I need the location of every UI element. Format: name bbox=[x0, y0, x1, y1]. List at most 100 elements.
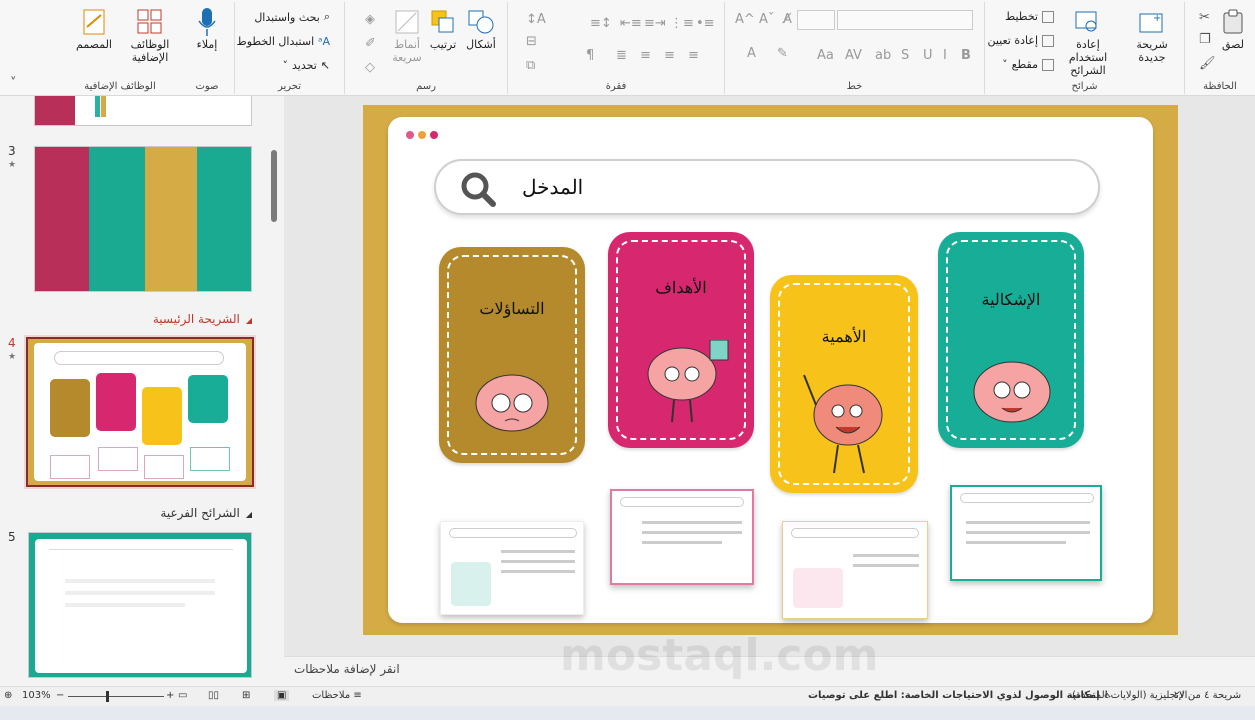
italic-icon[interactable]: I bbox=[943, 48, 947, 63]
ltr-icon[interactable]: ¶ bbox=[586, 48, 594, 63]
spacing-icon[interactable]: AV bbox=[845, 48, 862, 63]
reading-view-icon[interactable]: ▯▯ bbox=[208, 690, 219, 701]
cursor-icon: ↖ bbox=[320, 59, 330, 72]
arrange-button[interactable]: ترتيب bbox=[425, 8, 461, 51]
justify-icon[interactable]: ≣ bbox=[616, 48, 627, 63]
clear-format-icon[interactable]: A̸ bbox=[783, 12, 792, 27]
align-left-icon[interactable]: ≡ bbox=[688, 48, 699, 63]
search-text: المدخل bbox=[522, 175, 584, 199]
align-right-icon[interactable]: ≡ bbox=[640, 48, 651, 63]
zoom-slider[interactable] bbox=[68, 691, 164, 702]
bold-icon[interactable]: B bbox=[961, 48, 971, 63]
slide-thumbnail-3[interactable] bbox=[34, 146, 252, 292]
slide-number-3: 3 bbox=[8, 144, 16, 158]
designer-icon bbox=[80, 8, 108, 36]
quick-styles-icon bbox=[393, 8, 421, 36]
search-bar[interactable]: المدخل bbox=[434, 159, 1100, 215]
zoom-level[interactable]: 103% bbox=[22, 690, 51, 701]
thumbnail-scrollbar[interactable] bbox=[271, 150, 277, 222]
shapes-button[interactable]: أشكال bbox=[461, 8, 501, 51]
underline-icon[interactable]: U bbox=[923, 48, 933, 63]
paragraph-group: ↕A ⊟ ⧉ ≡↕ ⇤≡ ≡⇥ ⋮≡ •≡ ¶ ≣ ≡ ≡ ≡ فقرة bbox=[508, 2, 725, 94]
notes-button[interactable]: ≡ ملاحظات bbox=[312, 690, 362, 701]
outdent-icon[interactable]: ≡⇥ bbox=[644, 16, 666, 31]
addins-button[interactable]: الوظائف الإضافية bbox=[122, 8, 178, 64]
collapse-ribbon-icon[interactable]: ˅ bbox=[10, 76, 17, 91]
clipboard-icon bbox=[1219, 8, 1247, 36]
clipboard-group: لصق ✂ ❐ 🖌 الحافظة bbox=[1185, 2, 1255, 94]
font-caption: خط bbox=[846, 81, 863, 92]
replace-fonts-button[interactable]: ᵃA استبدال الخطوط bbox=[237, 35, 330, 48]
preview-questions[interactable] bbox=[440, 521, 584, 615]
section-button[interactable]: مقطع ˅ bbox=[1002, 58, 1054, 71]
accessibility-status[interactable]: ♿ إمكانية الوصول لذوي الاحتياجات الخاصة:… bbox=[808, 690, 1112, 701]
zoom-thumb[interactable] bbox=[106, 691, 109, 702]
reuse-slides-button[interactable]: إعادة استخدام الشرائح bbox=[1057, 8, 1119, 77]
section-main[interactable]: ◢الشريحة الرئيسية bbox=[153, 312, 252, 326]
fit-slide-icon[interactable]: ⊕ bbox=[4, 690, 12, 701]
highlight-icon[interactable]: ✎ bbox=[777, 46, 788, 61]
font-shrink-icon[interactable]: Aˇ bbox=[759, 12, 774, 27]
card-problem[interactable]: الإشكالية bbox=[938, 232, 1084, 448]
slide-sorter-icon[interactable]: ⊞ bbox=[242, 690, 250, 701]
section-sub[interactable]: ◢الشرائح الفرعية bbox=[160, 506, 252, 520]
new-slide-icon: + bbox=[1138, 8, 1166, 36]
line-spacing-icon[interactable]: ≡↕ bbox=[590, 16, 612, 31]
case-icon[interactable]: Aa bbox=[817, 48, 834, 63]
preview-problem[interactable] bbox=[950, 485, 1102, 581]
layout-button[interactable]: تخطيط bbox=[1005, 10, 1054, 23]
slide-thumbnail-2[interactable] bbox=[34, 96, 252, 126]
new-slide-button[interactable]: + شريحة جديدة bbox=[1125, 8, 1179, 64]
svg-text:+: + bbox=[1153, 13, 1161, 24]
normal-view-icon[interactable]: ▣ bbox=[274, 690, 290, 701]
shape-effects-icon[interactable]: ◇ bbox=[365, 60, 375, 75]
preview-importance[interactable] bbox=[782, 521, 928, 619]
slide-number-4: 4 bbox=[8, 336, 16, 350]
paragraph-caption: فقرة bbox=[605, 81, 627, 92]
brain-happy-icon bbox=[973, 361, 1051, 423]
editing-group: ⌕ بحث واستبدال ᵃA استبدال الخطوط ↖ تحديد ˅ … bbox=[235, 2, 345, 94]
designer-button[interactable]: المصمم bbox=[66, 8, 122, 51]
smartart-icon[interactable]: ⧉ bbox=[526, 58, 535, 73]
numbering-icon[interactable]: ⋮≡ bbox=[670, 16, 694, 31]
card-questions[interactable]: التساؤلات bbox=[439, 247, 585, 463]
reset-button[interactable]: إعادة تعيين bbox=[987, 34, 1054, 47]
paste-button[interactable]: لصق bbox=[1219, 8, 1247, 51]
find-button[interactable]: ⌕ بحث واستبدال bbox=[254, 10, 330, 24]
dictate-button[interactable]: إملاء bbox=[192, 8, 222, 51]
presenter-icon[interactable]: ▭ bbox=[178, 690, 187, 701]
copy-icon[interactable]: ❐ bbox=[1199, 32, 1211, 47]
slide-thumbnail-4[interactable] bbox=[24, 335, 256, 489]
card-goals[interactable]: الأهداف bbox=[608, 232, 754, 448]
font-color-icon[interactable]: A bbox=[747, 46, 756, 61]
preview-goals[interactable] bbox=[610, 489, 754, 585]
quick-styles-button[interactable]: أنماط سريعة bbox=[389, 8, 425, 64]
transition-star-icon: ★ bbox=[8, 160, 17, 170]
notes-placeholder: انقر لإضافة ملاحظات bbox=[294, 662, 400, 676]
current-slide[interactable]: المدخل التساؤلات الأهداف الأهمية الإشكال… bbox=[363, 105, 1178, 635]
zoom-out-icon[interactable]: − bbox=[56, 690, 64, 701]
font-name-box[interactable] bbox=[837, 10, 973, 30]
shadow-icon[interactable]: S bbox=[901, 48, 909, 63]
shape-outline-icon[interactable]: ✐ bbox=[365, 36, 376, 51]
select-button[interactable]: ↖ تحديد ˅ bbox=[283, 59, 331, 72]
find-icon: ⌕ bbox=[323, 10, 330, 23]
format-painter-icon[interactable]: 🖌 bbox=[1199, 56, 1216, 71]
bullets-icon[interactable]: •≡ bbox=[696, 16, 715, 31]
font-size-box[interactable] bbox=[797, 10, 835, 30]
zoom-in-icon[interactable]: + bbox=[166, 690, 174, 701]
addins-group: الوظائف الإضافية المصمم الوظائف الإضافية bbox=[60, 2, 180, 94]
language-status[interactable]: الإنجليزية (الولايات المتحدة) bbox=[1072, 690, 1187, 701]
transition-star-icon: ★ bbox=[8, 352, 17, 362]
font-grow-icon[interactable]: A^ bbox=[735, 12, 755, 27]
shape-fill-icon[interactable]: ◈ bbox=[365, 12, 375, 27]
voice-caption: صوت bbox=[195, 81, 219, 92]
card-importance[interactable]: الأهمية bbox=[770, 275, 918, 493]
align-center-icon[interactable]: ≡ bbox=[664, 48, 675, 63]
text-direction-icon[interactable]: ↕A bbox=[526, 12, 546, 27]
indent-icon[interactable]: ⇤≡ bbox=[620, 16, 642, 31]
cut-icon[interactable]: ✂ bbox=[1199, 10, 1210, 25]
align-text-icon[interactable]: ⊟ bbox=[526, 34, 537, 49]
strike-icon[interactable]: ab bbox=[875, 48, 891, 63]
slide-thumbnail-5[interactable] bbox=[28, 532, 252, 678]
